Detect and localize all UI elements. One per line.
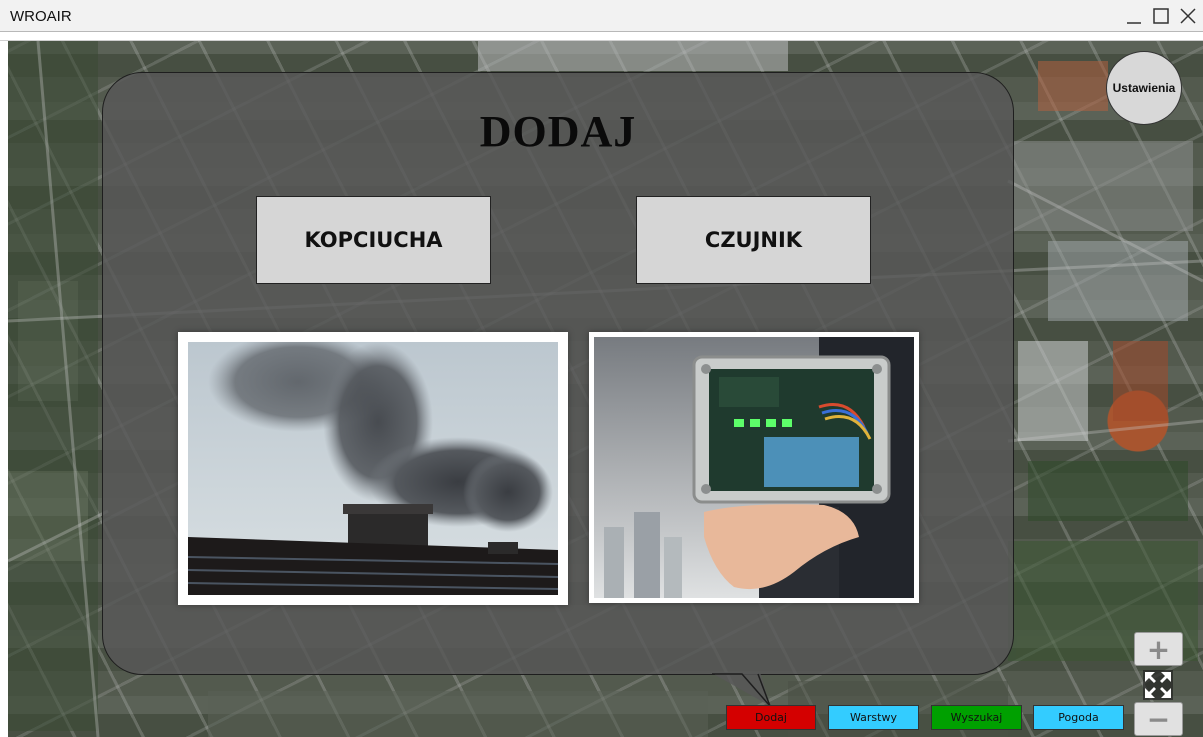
- tab-warstwy[interactable]: Warstwy: [828, 705, 919, 730]
- window-frame: [0, 32, 1203, 41]
- minimize-icon[interactable]: [1124, 6, 1144, 26]
- close-icon[interactable]: [1178, 6, 1198, 26]
- add-smoke-source-button[interactable]: KOPCIUCHA: [256, 196, 491, 284]
- sensor-device-image[interactable]: [589, 332, 919, 603]
- tab-wyszukaj[interactable]: Wyszukaj: [931, 705, 1022, 730]
- chimney-smoke-image[interactable]: [178, 332, 568, 605]
- window-title: WROAIR: [10, 8, 72, 25]
- chimney-smoke-photo: [188, 342, 558, 595]
- add-sensor-button[interactable]: CZUJNIK: [636, 196, 871, 284]
- settings-button[interactable]: Ustawienia: [1106, 51, 1182, 125]
- zoom-in-button[interactable]: +: [1134, 632, 1183, 666]
- tab-pogoda[interactable]: Pogoda: [1033, 705, 1124, 730]
- window-titlebar: WROAIR: [0, 0, 1203, 32]
- maximize-icon[interactable]: [1151, 6, 1171, 26]
- sensor-device-photo: [594, 337, 914, 598]
- panel-title: DODAJ: [479, 107, 637, 156]
- fullscreen-icon[interactable]: [1143, 670, 1173, 700]
- tab-dodaj[interactable]: Dodaj: [726, 705, 816, 730]
- zoom-out-button[interactable]: −: [1134, 702, 1183, 736]
